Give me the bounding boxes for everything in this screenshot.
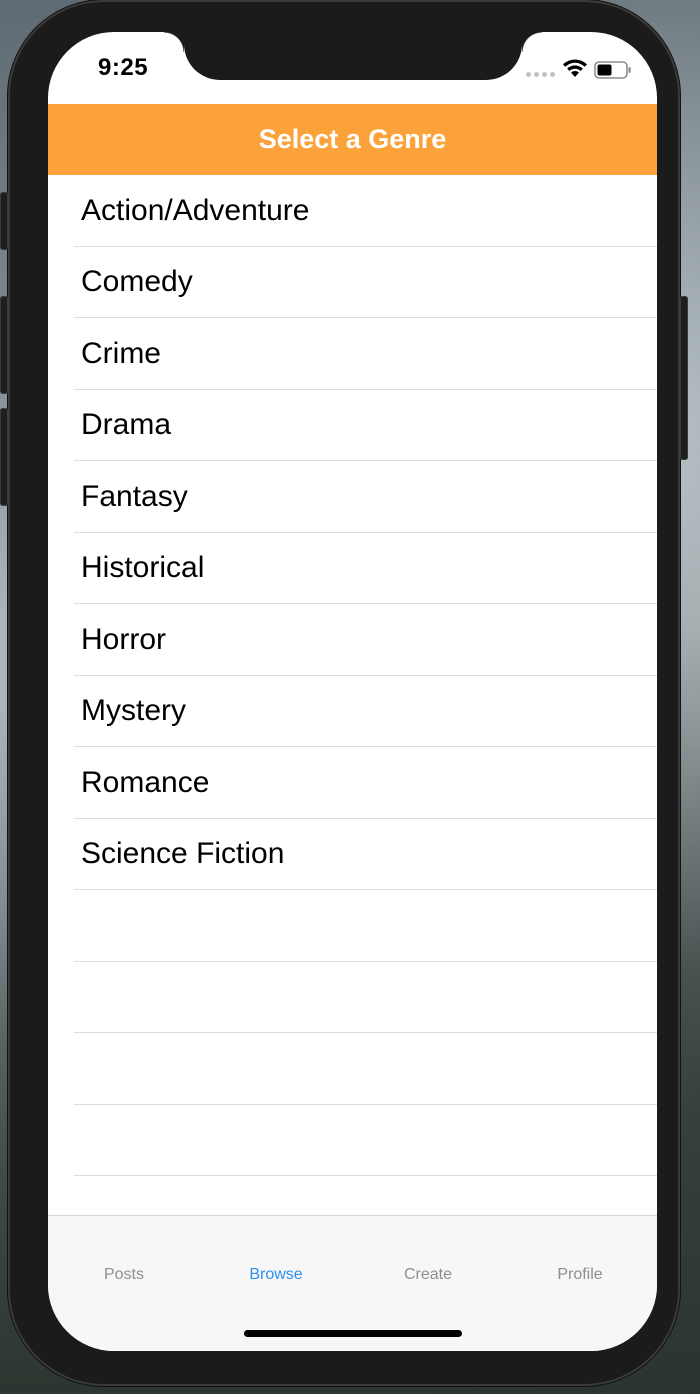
tab-profile[interactable]: Profile: [504, 1266, 656, 1284]
empty-row: [48, 1105, 657, 1177]
genre-label: Historical: [81, 551, 205, 585]
empty-row: [48, 890, 657, 962]
power-button: [680, 296, 688, 460]
mute-switch: [0, 192, 8, 250]
genre-row[interactable]: Science Fiction: [48, 819, 657, 891]
screen: 9:25 Select a Genre Action/Adventure Com…: [48, 32, 657, 1351]
empty-row: [48, 962, 657, 1034]
empty-row: [48, 1033, 657, 1105]
phone-frame: 9:25 Select a Genre Action/Adventure Com…: [0, 0, 688, 1386]
home-indicator[interactable]: [244, 1330, 462, 1337]
navigation-bar: Select a Genre: [48, 104, 657, 175]
genre-label: Romance: [81, 765, 210, 799]
genre-row[interactable]: Action/Adventure: [48, 175, 657, 247]
genre-row[interactable]: Mystery: [48, 676, 657, 748]
genre-row[interactable]: Drama: [48, 390, 657, 462]
genre-row[interactable]: Historical: [48, 533, 657, 605]
genre-label: Comedy: [81, 265, 193, 299]
genre-label: Mystery: [81, 694, 186, 728]
tab-create[interactable]: Create: [352, 1266, 504, 1284]
battery-icon: [594, 61, 631, 79]
genre-list: Action/Adventure Comedy Crime Drama Fant…: [48, 175, 657, 1176]
genre-row[interactable]: Horror: [48, 604, 657, 676]
genre-label: Drama: [81, 408, 172, 442]
tab-browse[interactable]: Browse: [200, 1266, 352, 1284]
cellular-signal-icon: [526, 72, 555, 77]
page-title: Select a Genre: [258, 124, 447, 154]
status-time: 9:25: [98, 54, 149, 81]
genre-row[interactable]: Romance: [48, 747, 657, 819]
genre-label: Crime: [81, 336, 161, 370]
wifi-icon: [563, 59, 587, 77]
genre-row[interactable]: Comedy: [48, 247, 657, 319]
tab-posts[interactable]: Posts: [48, 1266, 200, 1284]
volume-down-button: [0, 408, 8, 506]
genre-row[interactable]: Fantasy: [48, 461, 657, 533]
genre-label: Horror: [81, 622, 167, 656]
volume-up-button: [0, 296, 8, 394]
genre-label: Science Fiction: [81, 837, 285, 871]
genre-row[interactable]: Crime: [48, 318, 657, 390]
genre-label: Action/Adventure: [81, 193, 310, 227]
device-notch: [164, 32, 542, 80]
genre-label: Fantasy: [81, 479, 188, 513]
